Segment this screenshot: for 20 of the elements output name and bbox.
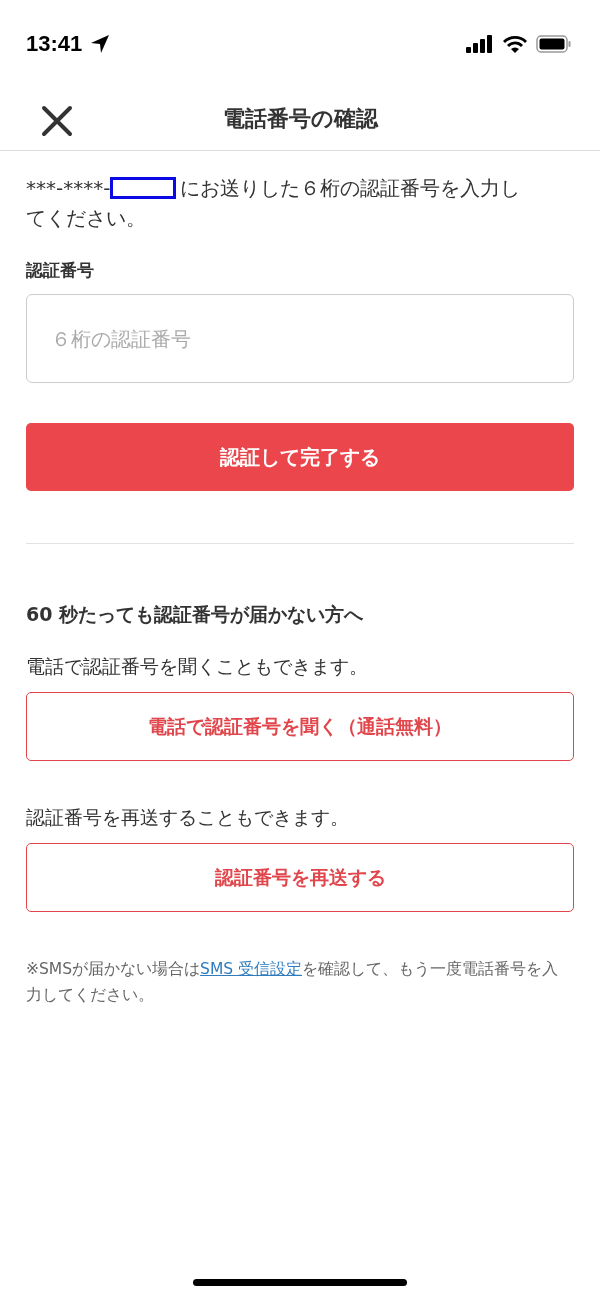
verify-button[interactable]: 認証して完了する (26, 423, 574, 491)
location-arrow-icon (90, 34, 111, 54)
page-title: 電話番号の確認 (222, 105, 378, 133)
wifi-icon (502, 34, 528, 54)
field-label: 認証番号 (26, 259, 95, 282)
battery-icon (536, 35, 572, 53)
code-input-field[interactable]: ６桁の認証番号 (26, 294, 574, 383)
status-time: 13:41 (26, 31, 83, 57)
instruction-text: てください。 (26, 205, 146, 232)
help-text: 電話で認証番号を聞くこともできます。 (26, 654, 369, 679)
redaction-box (110, 177, 177, 199)
help-button[interactable]: 認証番号を再送する (26, 843, 574, 912)
help-heading: 60 秒たっても認証番号が届かない方へ (26, 602, 365, 627)
sms-note: ※SMSが届かない場合はSMS 受信設定を確認して、もう一度電話番号を入力してください。 (26, 959, 560, 1006)
signal-icon (466, 35, 494, 53)
instruction-text: にお送りした６桁の認証番号を入力し (180, 175, 521, 202)
sms-settings-link[interactable]: SMS 受信設定 (200, 960, 303, 978)
help-text: 認証番号を再送することもできます。 (26, 805, 350, 830)
help-button[interactable]: 電話で認証番号を聞く（通話無料） (26, 692, 574, 761)
masked-phone-number: ***-****- (26, 175, 111, 202)
